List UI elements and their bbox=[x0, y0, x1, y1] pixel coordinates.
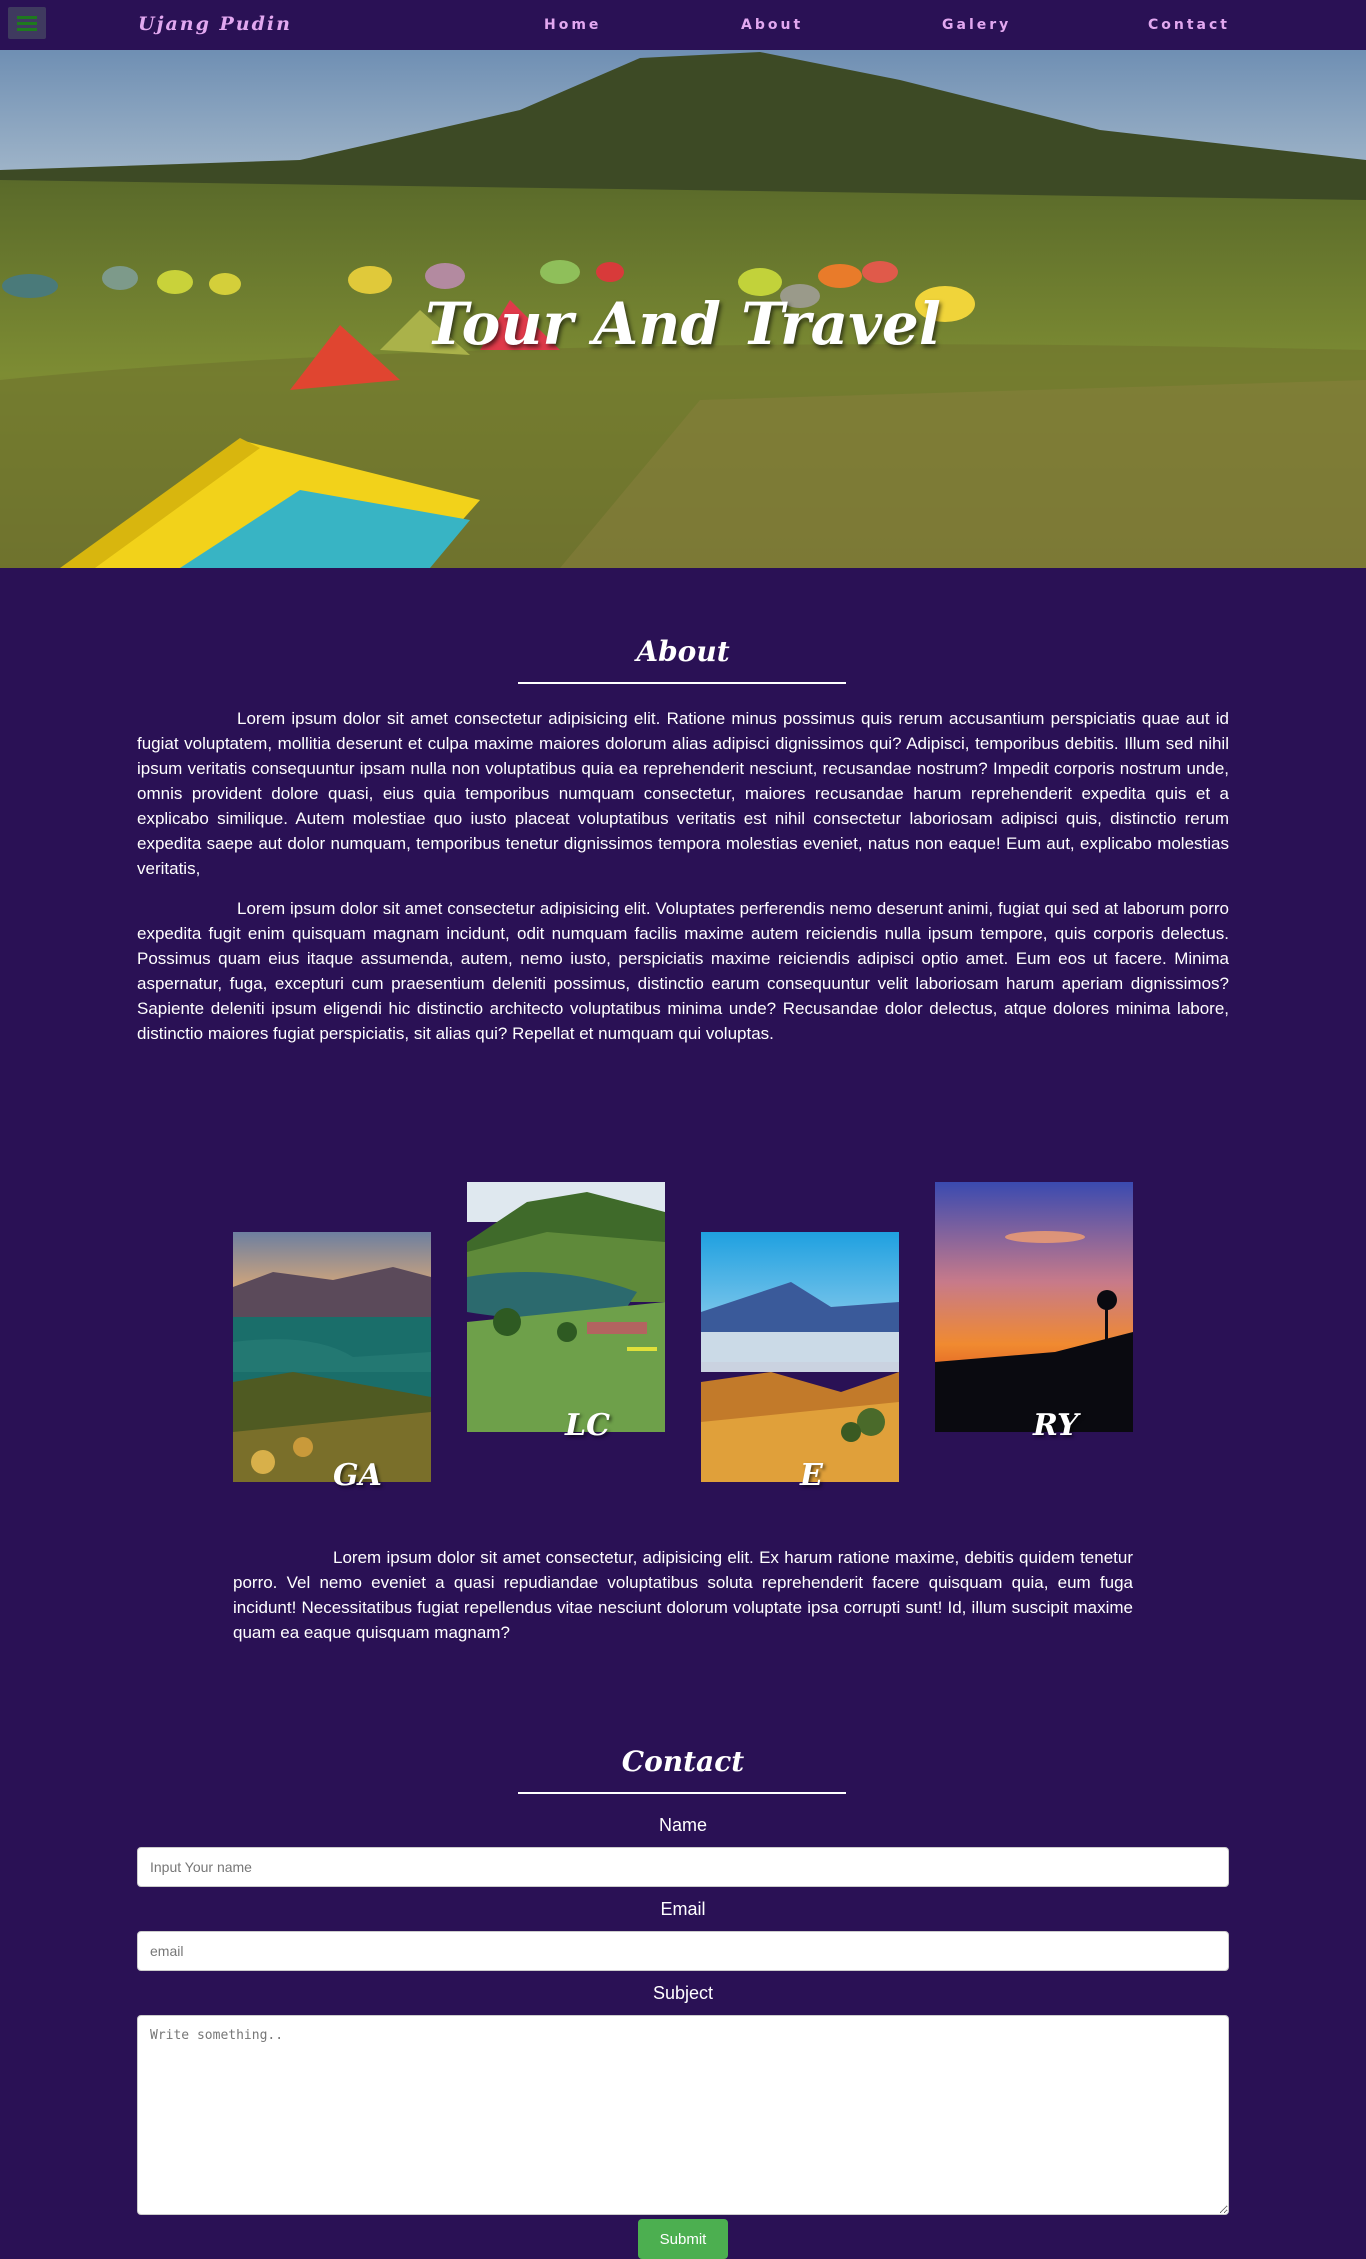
navbar: Ujang Pudin Home About Galery Contact bbox=[0, 0, 1366, 50]
subject-textarea[interactable] bbox=[137, 2015, 1229, 2215]
hamburger-menu-icon[interactable] bbox=[8, 7, 46, 39]
contact-title: Contact bbox=[621, 1745, 745, 1778]
email-input[interactable] bbox=[137, 1931, 1229, 1971]
about-title: About bbox=[636, 635, 730, 668]
gallery-image-ry[interactable] bbox=[935, 1182, 1133, 1432]
submit-button[interactable]: Submit bbox=[638, 2219, 728, 2259]
hero-banner: Tour And Travel bbox=[0, 50, 1366, 568]
brand-logo[interactable]: Ujang Pudin bbox=[138, 13, 292, 35]
name-input[interactable] bbox=[137, 1847, 1229, 1887]
gallery-label-lc: LC bbox=[565, 1408, 610, 1443]
gallery-image-lc[interactable] bbox=[467, 1182, 665, 1432]
gallery-image-ga[interactable] bbox=[233, 1232, 431, 1482]
contact-title-underline bbox=[518, 1792, 846, 1794]
gallery-label-ry: RY bbox=[1033, 1408, 1079, 1443]
subject-label: Subject bbox=[652, 1983, 714, 2003]
about-paragraph-1: Lorem ipsum dolor sit amet consectetur a… bbox=[137, 709, 1229, 878]
gallery-label-e: E bbox=[800, 1458, 823, 1493]
about-title-underline bbox=[518, 682, 846, 684]
gallery-label-ga: GA bbox=[333, 1458, 382, 1493]
nav-link-home[interactable]: Home bbox=[544, 17, 601, 33]
gallery-caption: Lorem ipsum dolor sit amet consectetur, … bbox=[233, 1548, 1133, 1642]
email-label: Email bbox=[660, 1899, 706, 1919]
about-paragraph-2: Lorem ipsum dolor sit amet consectetur a… bbox=[137, 899, 1229, 1043]
hero-title: Tour And Travel bbox=[425, 290, 941, 358]
name-label: Name bbox=[658, 1815, 707, 1835]
gallery-image-e[interactable] bbox=[701, 1232, 899, 1482]
nav-link-about[interactable]: About bbox=[741, 17, 803, 33]
nav-link-contact[interactable]: Contact bbox=[1148, 17, 1230, 33]
nav-link-galery[interactable]: Galery bbox=[942, 17, 1011, 33]
